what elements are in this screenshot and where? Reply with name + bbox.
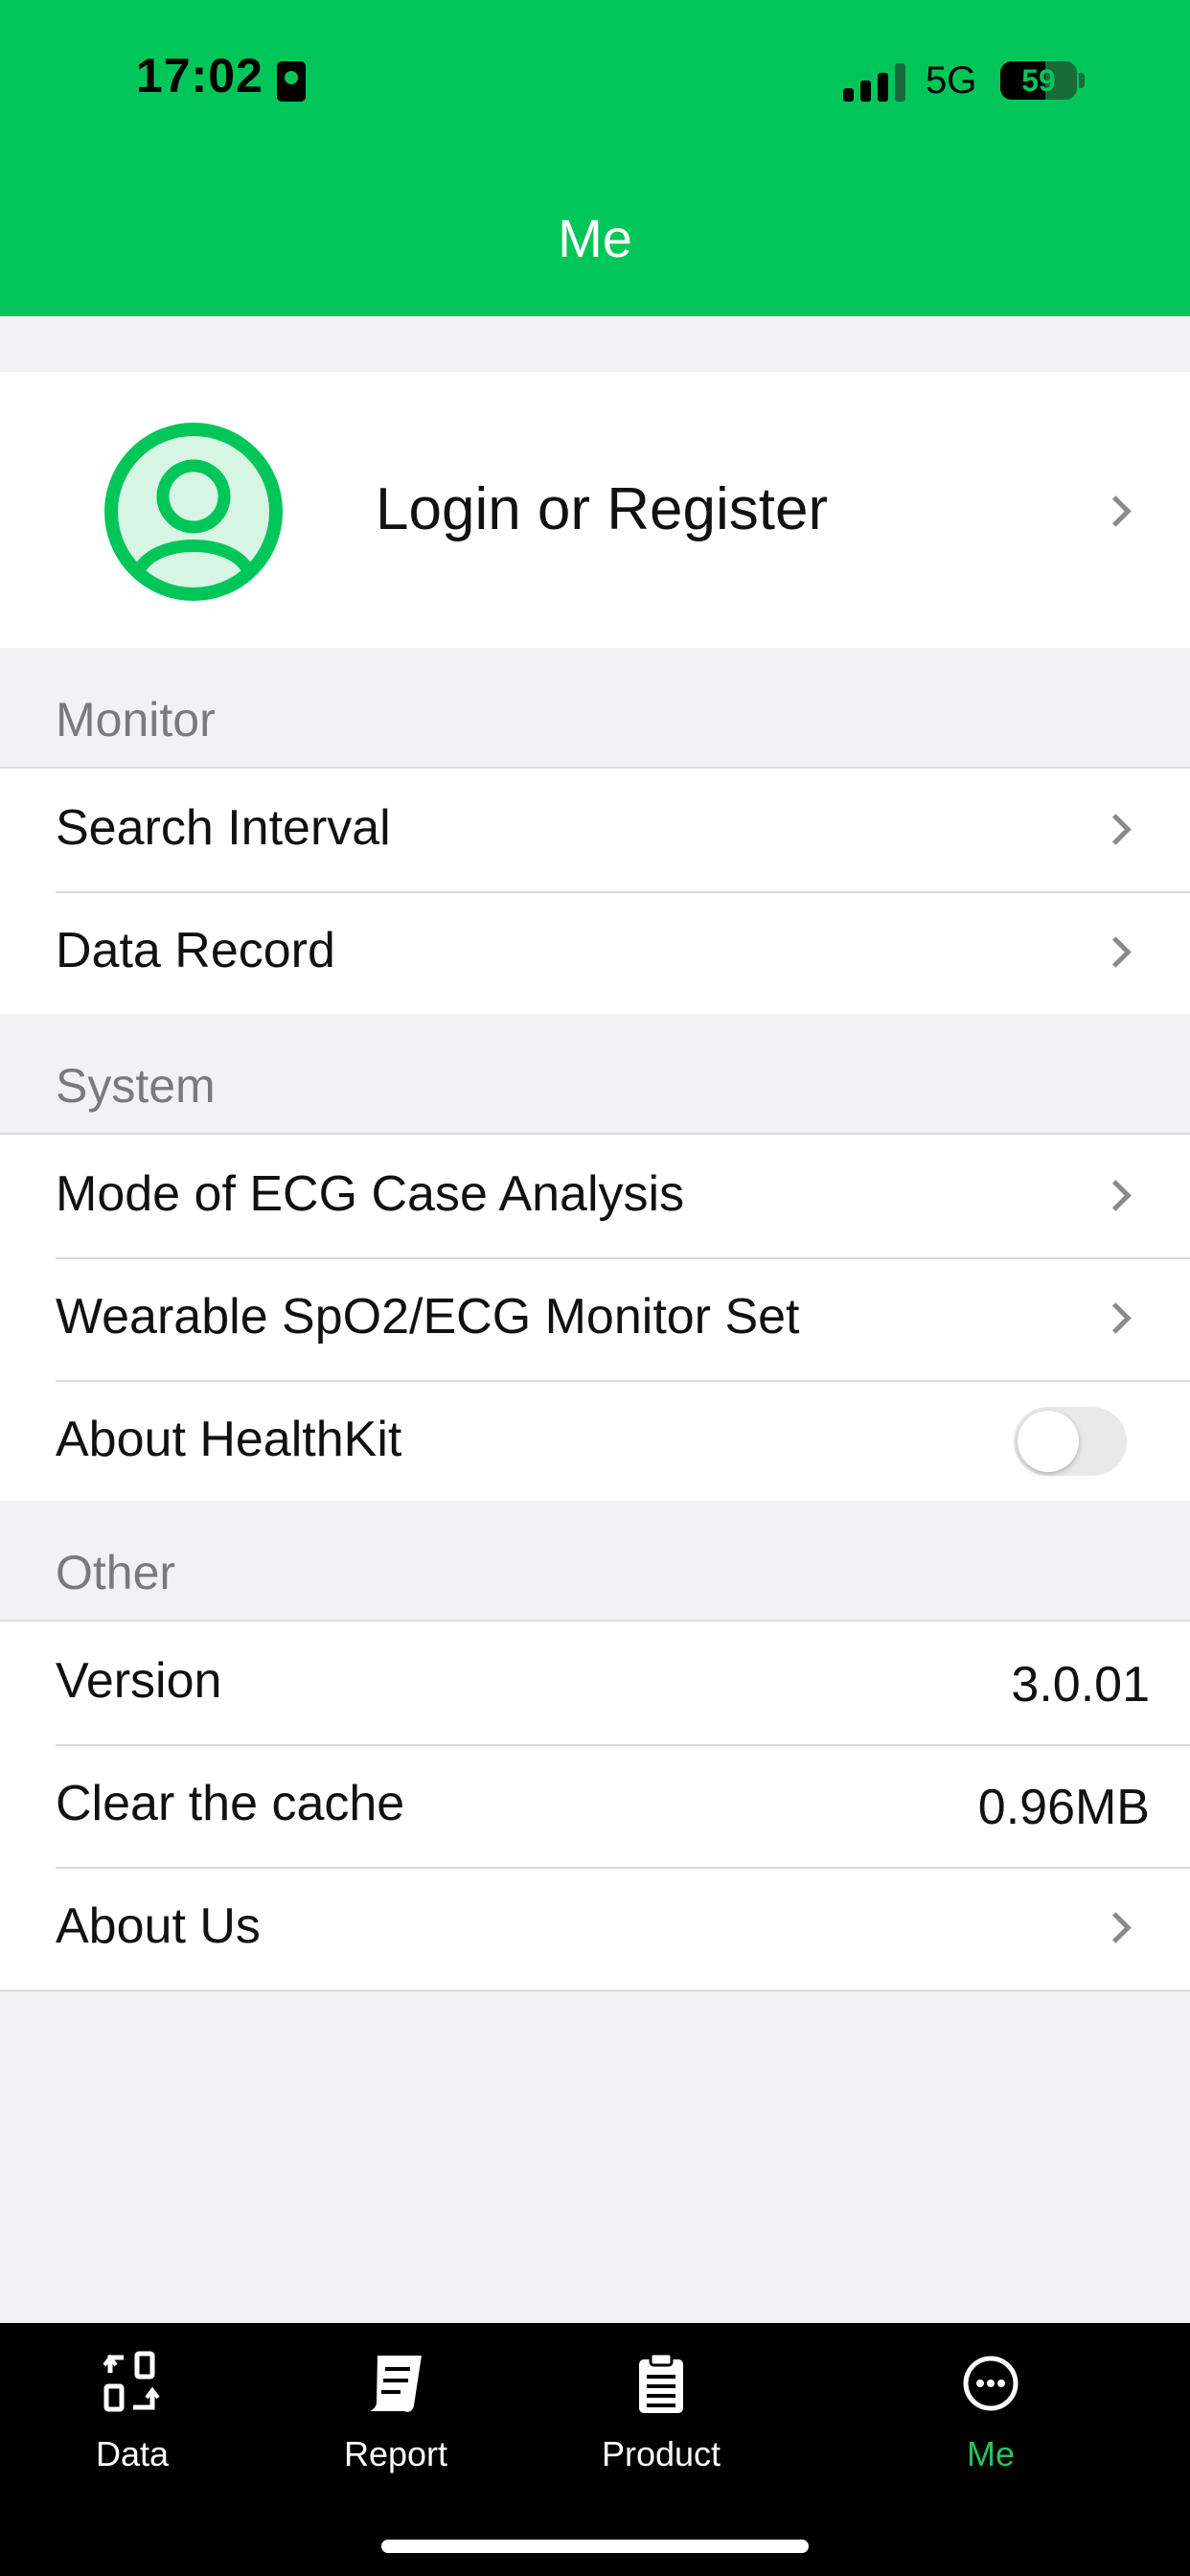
chevron-right-icon (1100, 1180, 1132, 1211)
network-type: 5G (926, 59, 977, 102)
chevron-right-icon (1100, 1912, 1132, 1944)
version-row: Version 3.0.01 (0, 1622, 1190, 1744)
section-header-monitor: Monitor (0, 648, 1190, 767)
row-label: Search Interval (56, 800, 391, 856)
toggle-knob (1018, 1411, 1079, 1472)
healthkit-toggle[interactable] (1014, 1407, 1127, 1476)
app-header: 17:02 5G 59 Me (0, 0, 1190, 316)
home-indicator (381, 2540, 809, 2553)
avatar-icon (103, 422, 284, 602)
sim-card-icon (277, 61, 306, 102)
tab-label: Report (343, 2434, 448, 2473)
version-value: 3.0.01 (1011, 1657, 1150, 1713)
tab-data[interactable]: Data (36, 2350, 228, 2474)
section-header-system: System (0, 1014, 1190, 1133)
tab-bar: Data Report Product Me (0, 2323, 1190, 2576)
cache-size-value: 0.96MB (977, 1780, 1150, 1835)
tab-label: Me (966, 2434, 1015, 2473)
clear-cache-row[interactable]: Clear the cache 0.96MB (0, 1744, 1190, 1867)
row-label: Data Record (56, 923, 335, 978)
section-title: Monitor (56, 693, 216, 747)
chevron-right-icon (1100, 936, 1132, 968)
tab-me[interactable]: Me (895, 2350, 1087, 2474)
system-group: Mode of ECG Case Analysis Wearable SpO2/… (0, 1133, 1190, 1505)
row-label: About Us (56, 1898, 261, 1954)
row-label: Mode of ECG Case Analysis (56, 1166, 685, 1222)
search-interval-row[interactable]: Search Interval (0, 769, 1190, 891)
row-label: About HealthKit (56, 1412, 402, 1467)
login-register-row[interactable]: Login or Register (0, 372, 1190, 648)
data-record-row[interactable]: Data Record (0, 891, 1190, 1014)
ecg-analysis-mode-row[interactable]: Mode of ECG Case Analysis (0, 1135, 1190, 1257)
login-register-label: Login or Register (376, 476, 829, 542)
tab-report[interactable]: Report (300, 2350, 492, 2474)
healthkit-row: About HealthKit (0, 1380, 1190, 1503)
tab-product[interactable]: Product (565, 2350, 757, 2474)
section-header-other: Other (0, 1501, 1190, 1620)
me-icon (957, 2350, 1024, 2417)
battery-nub (1079, 73, 1085, 88)
chevron-right-icon (1100, 814, 1132, 845)
battery-icon: 59 (1000, 61, 1077, 100)
report-icon (362, 2350, 429, 2417)
status-time: 17:02 (136, 49, 263, 103)
chevron-right-icon (1100, 1302, 1132, 1334)
other-group: Version 3.0.01 Clear the cache 0.96MB Ab… (0, 1620, 1190, 1991)
row-label: Wearable SpO2/ECG Monitor Set (56, 1289, 800, 1345)
battery-percent: 59 (1021, 63, 1056, 98)
row-label: Clear the cache (56, 1776, 405, 1831)
page-title: Me (558, 208, 632, 268)
tab-label: Data (95, 2434, 170, 2473)
row-label: Version (56, 1653, 222, 1709)
monitor-group: Search Interval Data Record (0, 767, 1190, 1016)
tab-label: Product (601, 2434, 721, 2473)
section-title: Other (56, 1546, 176, 1599)
chevron-right-icon (1100, 495, 1132, 527)
cellular-signal-icon (843, 63, 906, 102)
about-us-row[interactable]: About Us (0, 1867, 1190, 1990)
wearable-monitor-set-row[interactable]: Wearable SpO2/ECG Monitor Set (0, 1257, 1190, 1380)
section-title: System (56, 1059, 216, 1113)
data-icon (99, 2350, 166, 2417)
product-icon (628, 2350, 695, 2417)
